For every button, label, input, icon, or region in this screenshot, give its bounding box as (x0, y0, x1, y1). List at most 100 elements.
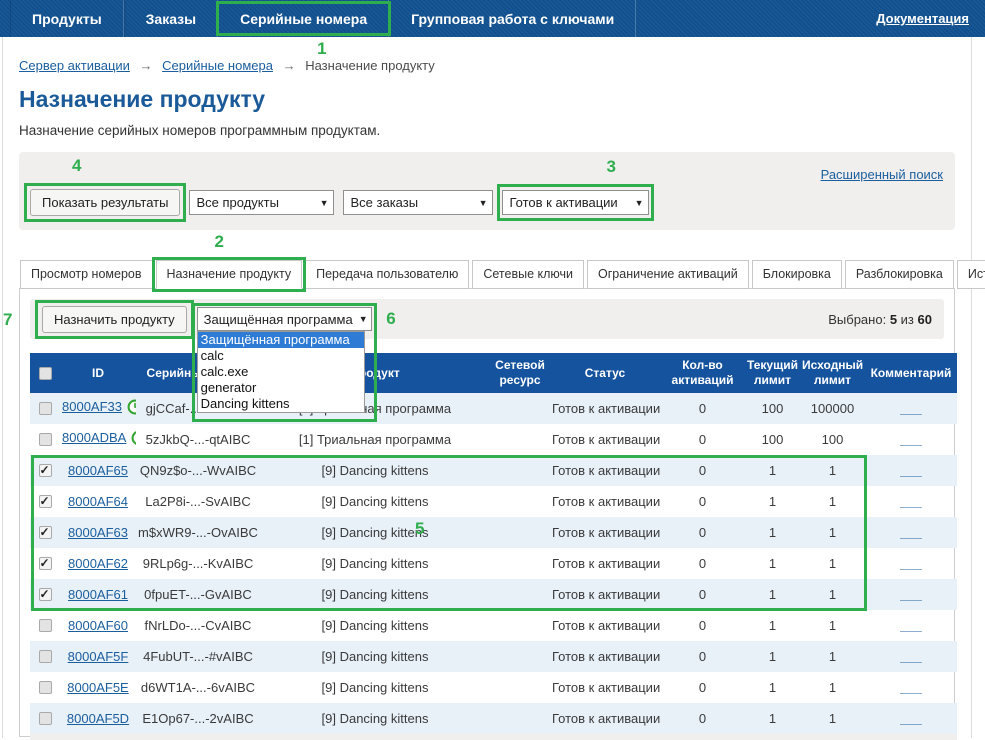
current-limit-cell: 1 (745, 517, 800, 548)
comment-link[interactable]: ___ (900, 494, 922, 509)
comment-cell: ___ (865, 393, 957, 424)
tab-network-keys[interactable]: Сетевые ключи (472, 260, 584, 289)
row-checkbox[interactable] (39, 588, 52, 601)
selection-counter-total: 60 (918, 312, 932, 327)
table-row: 8000AF62 9RLp6g-...-KvAIBC [9] Dancing k… (30, 548, 957, 579)
tab-activation-limit[interactable]: Ограничение активаций (587, 260, 749, 289)
serial-cell: La2P8i-...-SvAIBC (136, 486, 260, 517)
status-cell: Готов к активации (550, 703, 660, 734)
row-checkbox[interactable] (39, 433, 52, 446)
comment-link[interactable]: ___ (900, 649, 922, 664)
nav-item-orders[interactable]: Заказы (124, 0, 218, 37)
comment-link[interactable]: ___ (900, 556, 922, 571)
column-header-comment: Комментарий (865, 353, 957, 393)
row-checkbox[interactable] (39, 619, 52, 632)
page-subtitle: Назначение серийных номеров программным … (19, 123, 955, 138)
table-row: 8000AF63 m$xWR9-...-OvAIBC [9] Dancing k… (30, 517, 957, 548)
select-all-checkbox[interactable] (39, 367, 52, 380)
assign-toolbar: 7 Назначить продукту Защищённая программ… (30, 299, 944, 339)
initial-limit-cell: 1 (800, 517, 865, 548)
serial-id-link[interactable]: 8000AF5F (68, 649, 129, 664)
initial-limit-cell: 1 (800, 455, 865, 486)
chevron-down-icon: ▼ (635, 198, 644, 208)
breadcrumb-link-activation-server[interactable]: Сервер активации (19, 58, 130, 73)
selection-counter-label: Выбрано: (828, 312, 886, 327)
row-checkbox[interactable] (39, 681, 52, 694)
annotation-label-3: 3 (606, 157, 615, 177)
serial-id-link[interactable]: 8000AF63 (68, 525, 128, 540)
status-select[interactable]: Готов к активации ▼ (502, 190, 649, 215)
serial-id-link[interactable]: 8000AF5E (67, 680, 128, 695)
product-select[interactable]: Защищённая программа ▼ (197, 307, 372, 331)
serials-table-wrap: ID Серийный номер Продукт Сетевой ресурс… (30, 353, 944, 740)
product-cell: [9] Dancing kittens (260, 579, 490, 610)
annotation-label-6: 6 (386, 309, 395, 329)
nav-item-products[interactable]: Продукты (10, 0, 124, 37)
selection-counter: Выбрано: 5 из 60 (828, 312, 932, 327)
serial-id-link[interactable]: 8000AF61 (68, 587, 128, 602)
row-checkbox[interactable] (39, 464, 52, 477)
dropdown-option-protected-program[interactable]: Защищённая программа (198, 332, 364, 348)
comment-link[interactable]: ___ (900, 463, 922, 478)
current-limit-cell: 1 (745, 579, 800, 610)
product-cell: [9] Dancing kittens (260, 517, 490, 548)
row-checkbox[interactable] (39, 495, 52, 508)
breadcrumb: Сервер активации → Серийные номера → Наз… (19, 37, 955, 73)
serial-id-link[interactable]: 8000AF62 (68, 556, 128, 571)
nav-item-serial-numbers[interactable]: Серийные номера 1 (218, 0, 389, 37)
comment-link[interactable]: ___ (900, 525, 922, 540)
row-checkbox[interactable] (39, 712, 52, 725)
tab-assign-product[interactable]: Назначение продукту 2 (156, 260, 303, 289)
dropdown-option-calc[interactable]: calc (198, 348, 364, 364)
comment-link[interactable]: ___ (900, 401, 922, 416)
dropdown-option-calc-exe[interactable]: calc.exe (198, 364, 364, 380)
dropdown-option-generator[interactable]: generator (198, 380, 364, 396)
comment-link[interactable]: ___ (900, 587, 922, 602)
row-checkbox[interactable] (39, 557, 52, 570)
serial-id-link[interactable]: 8000AF33 (62, 399, 122, 414)
status-cell: Готов к активации (550, 455, 660, 486)
activations-cell: 0 (660, 517, 745, 548)
comment-link[interactable]: ___ (900, 711, 922, 726)
dropdown-option-dancing-kittens[interactable]: Dancing kittens (198, 396, 364, 412)
comment-cell: ___ (865, 424, 957, 455)
serial-id-link[interactable]: 8000AF64 (68, 494, 128, 509)
show-results-button[interactable]: Показать результаты (30, 189, 180, 216)
serial-id-link[interactable]: 8000AF60 (68, 618, 128, 633)
advanced-search-link[interactable]: Расширенный поиск (821, 167, 943, 182)
tab-history[interactable]: История (957, 260, 985, 289)
pagination-strip (30, 734, 957, 740)
row-checkbox[interactable] (39, 526, 52, 539)
tab-view-numbers[interactable]: Просмотр номеров (20, 260, 153, 289)
serial-id-link[interactable]: 8000ADBA (62, 430, 126, 445)
row-checkbox[interactable] (39, 650, 52, 663)
clock-icon (127, 399, 136, 418)
products-select[interactable]: Все продукты ▼ (189, 190, 334, 215)
product-cell: [9] Dancing kittens (260, 455, 490, 486)
assign-product-button[interactable]: Назначить продукту (42, 306, 187, 333)
comment-link[interactable]: ___ (900, 618, 922, 633)
network-cell (490, 393, 550, 424)
documentation-link[interactable]: Документация (876, 11, 969, 26)
current-limit-cell: 1 (745, 641, 800, 672)
status-cell: Готов к активации (550, 517, 660, 548)
current-limit-cell: 1 (745, 548, 800, 579)
activations-cell: 0 (660, 672, 745, 703)
comment-link[interactable]: ___ (900, 680, 922, 695)
product-select-dropdown: Защищённая программа calc calc.exe gener… (197, 331, 365, 413)
orders-select[interactable]: Все заказы ▼ (343, 190, 493, 215)
serial-id-link[interactable]: 8000AF5D (67, 711, 129, 726)
serial-id-link[interactable]: 8000AF65 (68, 463, 128, 478)
tab-unlock[interactable]: Разблокировка (845, 260, 954, 289)
row-checkbox[interactable] (39, 402, 52, 415)
nav-item-group-key-work[interactable]: Групповая работа с ключами (389, 0, 636, 37)
breadcrumb-link-serial-numbers[interactable]: Серийные номера (162, 58, 273, 73)
serial-cell: fNrLDo-...-CvAIBC (136, 610, 260, 641)
comment-link[interactable]: ___ (900, 432, 922, 447)
table-header-row: ID Серийный номер Продукт Сетевой ресурс… (30, 353, 957, 393)
current-limit-cell: 1 (745, 486, 800, 517)
tab-transfer-user[interactable]: Передача пользователю (305, 260, 469, 289)
chevron-down-icon: ▼ (320, 198, 329, 208)
tab-lock[interactable]: Блокировка (752, 260, 842, 289)
column-header-initial-limit: Исходный лимит (800, 353, 865, 393)
